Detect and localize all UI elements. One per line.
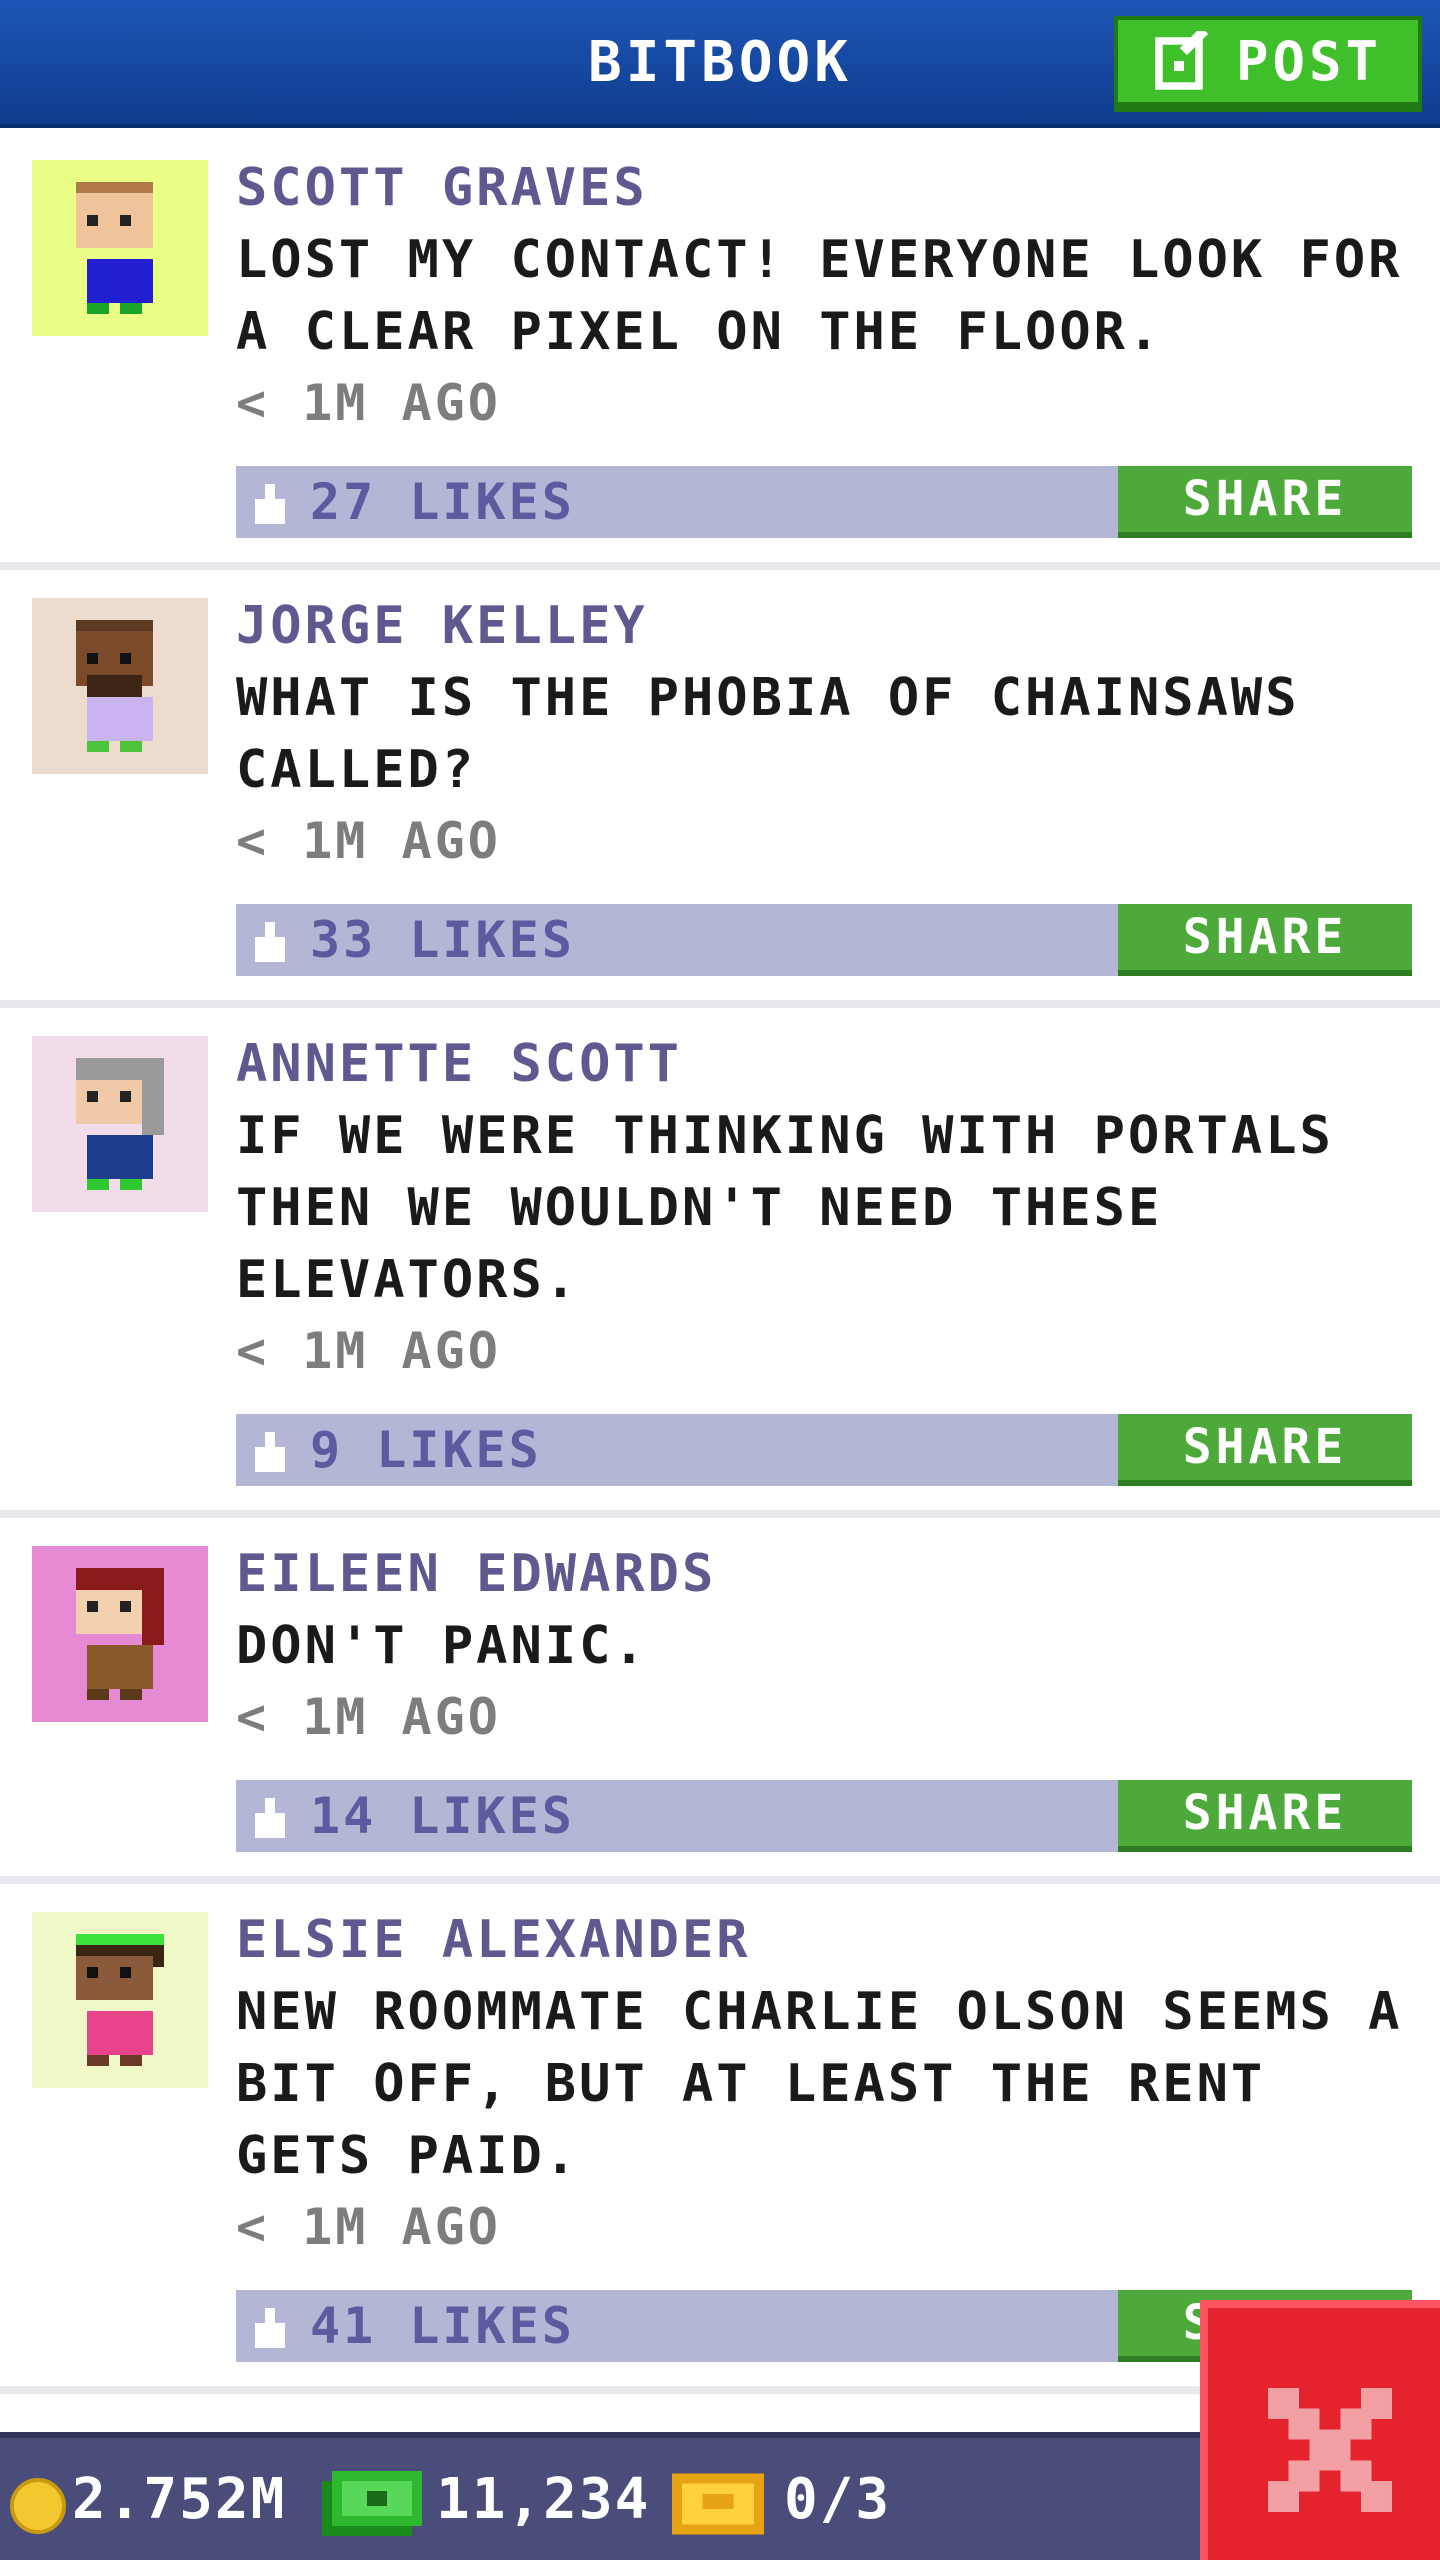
post-item: JORGE KELLEY WHAT IS THE PHOBIA OF CHAIN… bbox=[0, 570, 1440, 1008]
post-text: NEW ROOMMATE CHARLIE OLSON SEEMS A BIT O… bbox=[236, 1982, 1403, 2186]
share-button[interactable]: SHARE bbox=[1118, 466, 1412, 538]
app-header: BITBOOK POST bbox=[0, 0, 1440, 128]
like-bar: 9 LIKES SHARE bbox=[236, 1414, 1412, 1486]
post-time: < 1M AGO bbox=[236, 1322, 501, 1380]
close-button[interactable] bbox=[1200, 2300, 1440, 2560]
post-author[interactable]: ANNETTE SCOTT bbox=[236, 1034, 1418, 1094]
thumbs-up-icon[interactable] bbox=[250, 922, 290, 962]
thumbs-up-icon[interactable] bbox=[250, 2308, 290, 2348]
thumbs-up-icon[interactable] bbox=[250, 484, 290, 524]
post-time: < 1M AGO bbox=[236, 2198, 501, 2256]
post-author[interactable]: JORGE KELLEY bbox=[236, 596, 1418, 656]
close-icon bbox=[1268, 2388, 1392, 2512]
coin-count: 2.752M bbox=[72, 2467, 287, 2532]
bux-count: 11,234 bbox=[436, 2467, 651, 2532]
share-button[interactable]: SHARE bbox=[1118, 1414, 1412, 1486]
post-author[interactable]: EILEEN EDWARDS bbox=[236, 1544, 1418, 1604]
post-item: EILEEN EDWARDS DON'T PANIC. < 1M AGO 14 … bbox=[0, 1518, 1440, 1884]
post-item: ANNETTE SCOTT IF WE WERE THINKING WITH P… bbox=[0, 1008, 1440, 1518]
post-time: < 1M AGO bbox=[236, 374, 501, 432]
avatar bbox=[32, 1546, 208, 1722]
post-text: DON'T PANIC. bbox=[236, 1616, 648, 1676]
thumbs-up-icon[interactable] bbox=[250, 1432, 290, 1472]
post-time: < 1M AGO bbox=[236, 812, 501, 870]
like-count: 41 LIKES bbox=[310, 2297, 575, 2355]
post-author[interactable]: ELSIE ALEXANDER bbox=[236, 1910, 1418, 1970]
share-button[interactable]: SHARE bbox=[1118, 1780, 1412, 1852]
like-bar: 27 LIKES SHARE bbox=[236, 466, 1412, 538]
ticket-icon bbox=[672, 2473, 764, 2535]
post-feed: SCOTT GRAVES LOST MY CONTACT! EVERYONE L… bbox=[0, 132, 1440, 2394]
post-text: WHAT IS THE PHOBIA OF CHAINSAWS CALLED? bbox=[236, 668, 1300, 800]
like-bar: 33 LIKES SHARE bbox=[236, 904, 1412, 976]
coin-icon bbox=[10, 2478, 66, 2534]
avatar bbox=[32, 1912, 208, 2088]
like-count: 14 LIKES bbox=[310, 1787, 575, 1845]
like-count: 9 LIKES bbox=[310, 1421, 542, 1479]
compose-icon bbox=[1155, 31, 1209, 90]
post-time: < 1M AGO bbox=[236, 1688, 501, 1746]
post-button-label: POST bbox=[1235, 29, 1383, 93]
like-count: 27 LIKES bbox=[310, 473, 575, 531]
post-author[interactable]: SCOTT GRAVES bbox=[236, 158, 1418, 218]
avatar bbox=[32, 160, 208, 336]
share-button[interactable]: SHARE bbox=[1118, 904, 1412, 976]
ticket-count: 0/3 bbox=[784, 2467, 892, 2532]
bux-icon bbox=[322, 2471, 422, 2536]
post-button[interactable]: POST bbox=[1114, 16, 1422, 112]
like-bar: 14 LIKES SHARE bbox=[236, 1780, 1412, 1852]
thumbs-up-icon[interactable] bbox=[250, 1798, 290, 1838]
avatar bbox=[32, 598, 208, 774]
like-count: 33 LIKES bbox=[310, 911, 575, 969]
post-text: LOST MY CONTACT! EVERYONE LOOK FOR A CLE… bbox=[236, 230, 1403, 362]
post-item: SCOTT GRAVES LOST MY CONTACT! EVERYONE L… bbox=[0, 132, 1440, 570]
post-text: IF WE WERE THINKING WITH PORTALS THEN WE… bbox=[236, 1106, 1334, 1310]
avatar bbox=[32, 1036, 208, 1212]
